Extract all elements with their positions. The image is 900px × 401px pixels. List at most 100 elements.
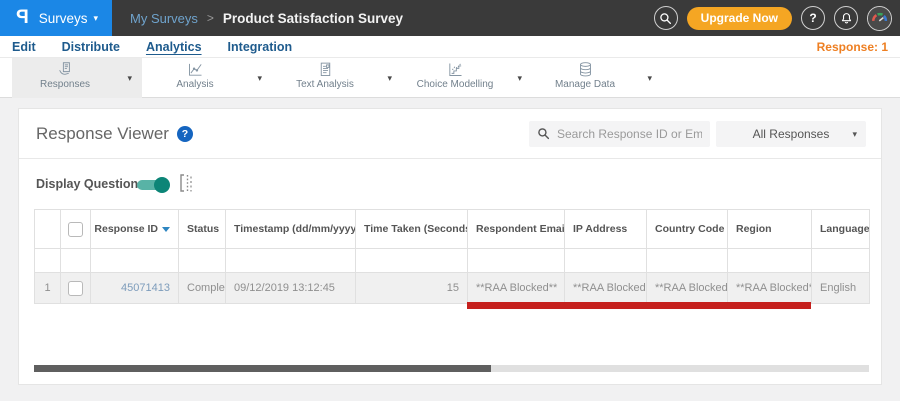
filter-cell xyxy=(727,248,812,273)
table-header-row: Response ID Status Timestamp (dd/mm/yyyy… xyxy=(34,209,870,249)
app-window: P Surveys ▾ My Surveys > Product Satisfa… xyxy=(0,0,900,401)
header-time-taken[interactable]: Time Taken (Seconds) xyxy=(355,209,468,249)
chevron-down-icon[interactable]: ▾ xyxy=(647,73,652,84)
tab-analytics[interactable]: Analytics xyxy=(146,40,202,54)
cell-language: English xyxy=(811,272,870,304)
filter-cell xyxy=(178,248,226,273)
header-country-code[interactable]: Country Code xyxy=(646,209,728,249)
header-timestamp[interactable]: Timestamp (dd/mm/yyyy) xyxy=(225,209,356,249)
toolbar-analysis-label: Analysis xyxy=(176,79,214,90)
header-time-taken-label: Time Taken (Seconds) xyxy=(364,223,468,235)
cell-status: Completed xyxy=(178,272,226,304)
responses-filter-dropdown[interactable]: All Responses ▾ xyxy=(716,121,866,147)
search-icon xyxy=(660,12,672,24)
header-respondent-email-label: Respondent Email xyxy=(476,223,565,235)
header-ip-address[interactable]: IP Address xyxy=(564,209,647,249)
tab-edit[interactable]: Edit xyxy=(12,40,36,54)
breadcrumb-separator: > xyxy=(206,11,214,25)
toolbar-responses[interactable]: Responses ▾ xyxy=(12,58,142,98)
header-language[interactable]: Language xyxy=(811,209,870,249)
column-navigator-icon xyxy=(180,174,192,192)
surveys-menu-label: Surveys xyxy=(38,10,88,26)
chevron-down-icon[interactable]: ▾ xyxy=(517,73,522,84)
header-rownum xyxy=(34,209,61,249)
upgrade-now-button[interactable]: Upgrade Now xyxy=(686,6,792,30)
search-icon xyxy=(538,128,550,140)
cell-time-taken: 15 xyxy=(355,272,468,304)
filter-cell xyxy=(467,248,565,273)
filter-cell xyxy=(34,248,61,273)
cell-country-code: **RAA Blocked** xyxy=(646,272,728,304)
header-region-label: Region xyxy=(736,223,772,235)
cell-timestamp: 09/12/2019 13:12:45 xyxy=(225,272,356,304)
card-title-row: Response Viewer ? All Responses ▾ xyxy=(19,109,881,159)
table-filter-row xyxy=(34,248,870,273)
header-response-id[interactable]: Response ID xyxy=(90,209,179,249)
tab-distribute[interactable]: Distribute xyxy=(62,40,120,54)
horizontal-scrollbar-thumb[interactable] xyxy=(34,365,491,372)
annotation-highlight-bar xyxy=(467,302,811,309)
filter-cell xyxy=(225,248,356,273)
toolbar-manage-data[interactable]: Manage Data ▾ xyxy=(532,58,662,98)
breadcrumb-current-survey: Product Satisfaction Survey xyxy=(222,10,403,26)
page-title-text: Response Viewer xyxy=(36,124,169,143)
product-switcher[interactable]: P Surveys ▾ xyxy=(0,0,112,36)
toolbar-text-analysis-label: Text Analysis xyxy=(296,79,354,90)
user-avatar[interactable] xyxy=(867,5,892,31)
responses-icon xyxy=(58,62,70,75)
header-language-label: Language xyxy=(820,223,870,235)
search-button[interactable] xyxy=(653,6,678,30)
upgrade-now-label: Upgrade Now xyxy=(700,11,778,25)
horizontal-scrollbar-track[interactable] xyxy=(34,365,869,372)
cell-region: **RAA Blocked** xyxy=(727,272,812,304)
title-help-icon[interactable]: ? xyxy=(176,126,193,142)
chevron-down-icon[interactable]: ▾ xyxy=(387,73,392,84)
header-status[interactable]: Status xyxy=(178,209,226,249)
toolbar-choice-modelling[interactable]: Choice Modelling ▾ xyxy=(402,58,532,98)
responses-table: Response ID Status Timestamp (dd/mm/yyyy… xyxy=(34,209,870,304)
toolbar-choice-modelling-label: Choice Modelling xyxy=(416,79,494,90)
chevron-down-icon: ▾ xyxy=(93,12,98,23)
top-bar: P Surveys ▾ My Surveys > Product Satisfa… xyxy=(0,0,900,36)
chevron-down-icon: ▾ xyxy=(852,129,857,139)
header-select-all xyxy=(60,209,91,249)
toolbar-analysis[interactable]: Analysis ▾ xyxy=(142,58,272,98)
chevron-down-icon[interactable]: ▾ xyxy=(127,73,132,84)
header-respondent-email[interactable]: Respondent Email xyxy=(467,209,565,249)
filter-cell xyxy=(811,248,870,273)
response-viewer-card: Response Viewer ? All Responses ▾ Displa… xyxy=(18,108,882,385)
breadcrumb-my-surveys[interactable]: My Surveys xyxy=(130,11,198,26)
analysis-icon xyxy=(188,63,202,76)
column-navigator-button[interactable] xyxy=(177,172,197,194)
display-questions-toggle[interactable] xyxy=(137,177,170,193)
questionpro-logo-icon: P xyxy=(16,7,29,28)
header-country-code-label: Country Code xyxy=(655,223,725,235)
avatar-gauge-icon xyxy=(868,6,891,30)
display-questions-label: Display Questions xyxy=(36,177,146,191)
page-title: Response Viewer ? xyxy=(36,124,193,144)
notifications-button[interactable] xyxy=(834,6,858,30)
survey-nav: Edit Distribute Analytics Integration Re… xyxy=(0,36,900,58)
filter-cell xyxy=(646,248,728,273)
response-id-link[interactable]: 45071413 xyxy=(121,282,170,294)
tab-integration[interactable]: Integration xyxy=(228,40,293,54)
header-response-id-label: Response ID xyxy=(94,223,158,235)
responses-filter-value: All Responses xyxy=(752,127,830,141)
select-all-checkbox[interactable] xyxy=(68,221,83,237)
sort-desc-icon xyxy=(162,226,170,232)
help-button[interactable]: ? xyxy=(801,6,825,30)
cell-ip-address: **RAA Blocked** xyxy=(564,272,647,304)
row-checkbox[interactable] xyxy=(68,280,83,296)
breadcrumb: My Surveys > Product Satisfaction Survey xyxy=(130,0,403,36)
header-status-label: Status xyxy=(187,223,220,235)
header-region[interactable]: Region xyxy=(727,209,812,249)
row-select-cell xyxy=(60,272,91,304)
chevron-down-icon[interactable]: ▾ xyxy=(257,73,262,84)
search-input[interactable] xyxy=(529,121,710,147)
header-ip-address-label: IP Address xyxy=(573,223,628,235)
toggle-knob xyxy=(154,177,170,193)
surveys-menu[interactable]: Surveys ▾ xyxy=(39,11,98,26)
manage-data-icon xyxy=(579,62,591,77)
toolbar-text-analysis[interactable]: Text Analysis ▾ xyxy=(272,58,402,98)
topbar-actions: Upgrade Now ? xyxy=(653,0,892,36)
